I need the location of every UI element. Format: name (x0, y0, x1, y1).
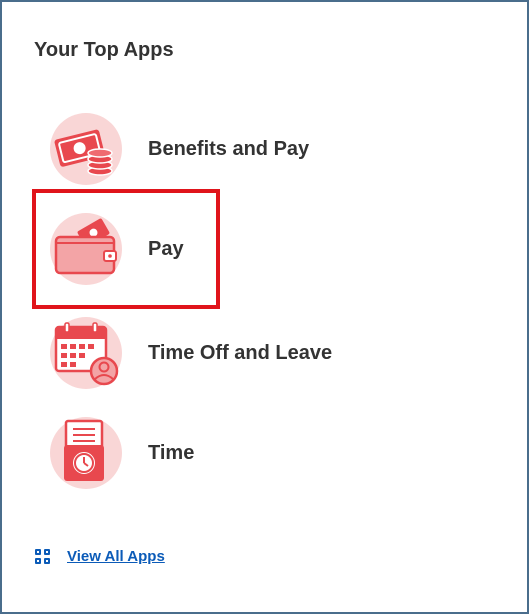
view-all-apps-link[interactable]: View All Apps (35, 548, 165, 565)
top-apps-card: Your Top Apps Benefits and Pay Pay Time … (0, 0, 529, 614)
timesheet-clock-icon (48, 415, 124, 491)
card-title: Your Top Apps (34, 39, 174, 61)
app-label: Time (148, 441, 195, 464)
grid-icon (35, 548, 51, 565)
app-time-off-and-leave[interactable]: Time Off and Leave (48, 313, 468, 393)
app-label: Time Off and Leave (148, 341, 333, 364)
app-label: Benefits and Pay (148, 137, 310, 160)
view-all-apps-label[interactable]: View All Apps (67, 548, 165, 565)
app-time[interactable]: Time (48, 413, 468, 493)
app-benefits-and-pay[interactable]: Benefits and Pay (48, 109, 468, 189)
money-coins-icon (48, 111, 124, 187)
highlight-box (32, 189, 220, 309)
calendar-person-icon (48, 315, 124, 391)
